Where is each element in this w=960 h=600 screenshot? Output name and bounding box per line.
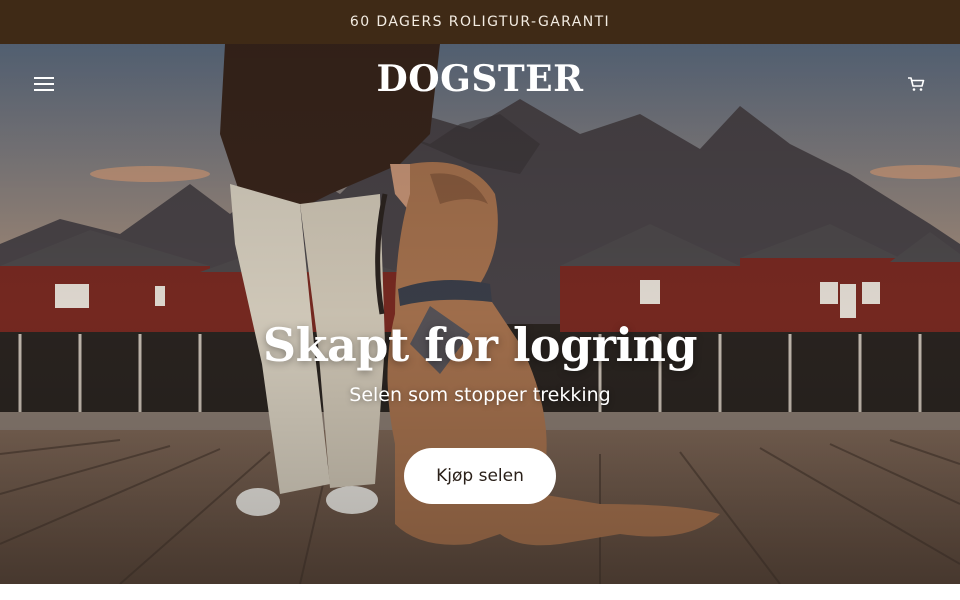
hero-text: Skapt for logring Selen som stopper trek… [0,318,960,406]
hero-title: Skapt for logring [262,318,698,372]
announcement-text: 60 DAGERS ROLIGTUR-GARANTI [349,14,611,30]
site-logo[interactable]: DOGSTER [377,58,584,100]
hero-subtitle: Selen som stopper trekking [349,384,611,406]
shopping-cart-icon[interactable] [896,64,936,104]
announcement-bar: 60 DAGERS ROLIGTUR-GARANTI [0,0,960,44]
site-header: DOGSTER [0,44,960,124]
hamburger-menu-icon[interactable] [24,64,64,104]
buy-harness-button[interactable]: Kjøp selen [404,448,556,504]
